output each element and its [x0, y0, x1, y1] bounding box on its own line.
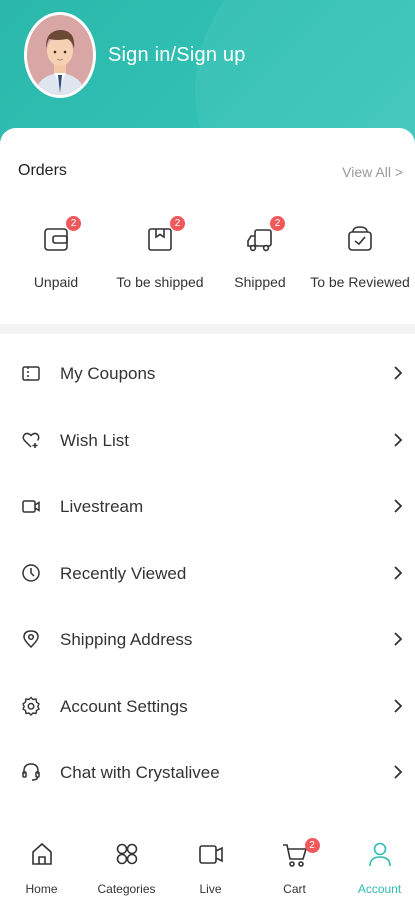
package-icon: 2	[145, 216, 185, 254]
chevron-right-icon	[393, 631, 403, 647]
chevron-right-icon	[393, 764, 403, 780]
location-icon	[21, 629, 41, 649]
categories-icon	[114, 840, 140, 868]
coupon-icon	[21, 363, 41, 383]
cart-badge: 2	[304, 838, 320, 853]
tab-label: Live	[199, 882, 222, 896]
badge-count: 2	[270, 216, 285, 231]
gear-icon	[21, 696, 41, 716]
tab-categories[interactable]: Categories	[85, 840, 168, 896]
video-icon	[21, 496, 41, 516]
avatar-image	[27, 15, 93, 95]
heart-icon	[21, 430, 41, 450]
menu-item-label: Livestream	[60, 497, 144, 516]
badge-count: 2	[66, 216, 81, 231]
live-icon	[198, 840, 224, 868]
tab-label: Categories	[97, 882, 156, 896]
review-icon	[345, 224, 375, 254]
order-shipped[interactable]: 2 Shipped	[210, 216, 310, 290]
headset-icon	[21, 762, 41, 782]
wallet-icon: 2	[41, 216, 81, 254]
clock-icon	[21, 563, 41, 583]
order-label: Shipped	[234, 274, 286, 290]
menu-item-label: Wish List	[60, 430, 129, 450]
orders-card: Orders View All > 2 Unpaid 2 To be shipp…	[0, 128, 415, 326]
chevron-right-icon	[393, 565, 403, 581]
tab-label: Home	[25, 882, 58, 896]
chevron-right-icon	[393, 498, 403, 514]
menu-item-label: My Coupons	[60, 364, 156, 383]
account-icon	[367, 840, 393, 868]
home-icon	[29, 840, 55, 868]
tab-account[interactable]: Account	[338, 840, 415, 896]
tab-label: Account	[357, 882, 402, 896]
view-all-link[interactable]: View All >	[342, 164, 403, 180]
order-to-be-shipped[interactable]: 2 To be shipped	[110, 216, 210, 290]
tab-live[interactable]: Live	[169, 840, 252, 896]
truck-icon: 2	[245, 216, 285, 254]
order-to-be-reviewed[interactable]: To be Reviewed	[310, 224, 410, 290]
chevron-right-icon	[393, 698, 403, 714]
order-label: To be shipped	[116, 274, 204, 290]
menu-item-coupons[interactable]: My Coupons	[0, 341, 415, 408]
chevron-right-icon	[393, 365, 403, 381]
menu-item-wish-list[interactable]: Wish List	[0, 408, 415, 475]
menu-item-shipping-address[interactable]: Shipping Address	[0, 607, 415, 674]
menu-item-livestream[interactable]: Livestream	[0, 474, 415, 541]
order-unpaid[interactable]: 2 Unpaid	[6, 216, 106, 290]
tab-cart[interactable]: 2 Cart	[253, 838, 336, 896]
bottom-tab-bar: Home Categories Live 2 Cart Account	[0, 830, 415, 900]
badge-count: 2	[170, 216, 185, 231]
orders-title: Orders	[18, 162, 67, 179]
menu-item-recently-viewed[interactable]: Recently Viewed	[0, 541, 415, 608]
menu-item-label: Shipping Address	[60, 630, 193, 649]
cart-icon: 2	[282, 838, 320, 868]
tab-home[interactable]: Home	[0, 840, 83, 896]
chevron-right-icon	[393, 432, 403, 448]
signin-link[interactable]: Sign in/Sign up	[108, 44, 246, 67]
menu-item-account-settings[interactable]: Account Settings	[0, 674, 415, 741]
menu-item-label: Chat with Crystalivee	[60, 763, 220, 782]
account-menu: My Coupons Wish List Livestream Recently…	[0, 341, 415, 807]
order-label: Unpaid	[33, 274, 79, 290]
menu-item-label: Recently Viewed	[60, 563, 187, 583]
avatar[interactable]	[24, 12, 96, 98]
order-label: To be Reviewed	[310, 274, 410, 290]
menu-item-label: Account Settings	[60, 696, 188, 716]
tab-label: Cart	[283, 882, 306, 896]
menu-item-chat[interactable]: Chat with Crystalivee	[0, 740, 415, 807]
section-divider	[0, 324, 415, 334]
